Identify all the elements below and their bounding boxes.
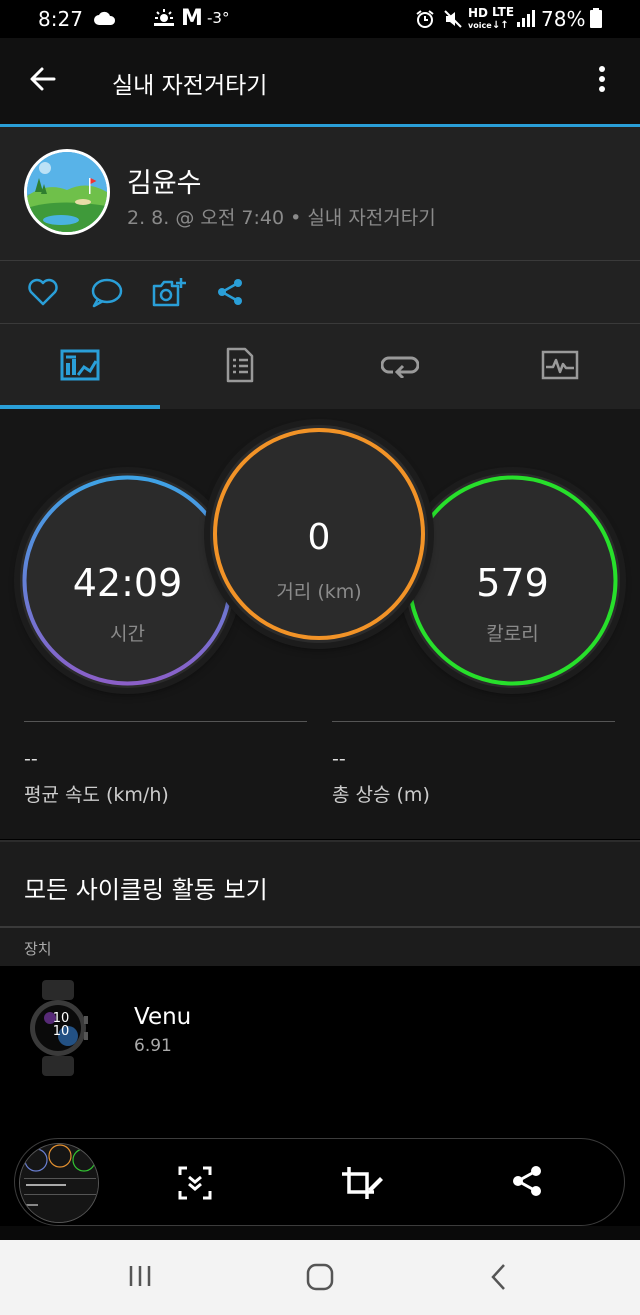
tab-laps[interactable] xyxy=(320,324,480,409)
alarm-icon xyxy=(415,9,435,34)
chart-icon xyxy=(60,349,100,385)
distance-value: 0 xyxy=(307,517,331,558)
summary-panel: 42:09 시간 579 칼로리 0 거리 (km) -- 평균 속도 (km/… xyxy=(0,409,640,839)
avatar[interactable] xyxy=(24,149,110,235)
hd-label: HD xyxy=(468,6,489,20)
back-arrow-icon[interactable] xyxy=(28,64,58,98)
add-photo-icon[interactable] xyxy=(151,277,187,313)
device-item[interactable]: 10 10 Venu 6.91 xyxy=(0,966,640,1140)
share-icon[interactable] xyxy=(511,1165,543,1201)
tab-details[interactable] xyxy=(160,324,320,409)
time-metric: 42:09 시간 xyxy=(20,473,235,688)
social-actions xyxy=(0,261,640,323)
comment-icon[interactable] xyxy=(90,277,124,313)
status-bar: 8:27 M -3° HD voice LTE ↓↑ 78% xyxy=(0,0,640,38)
status-time: 8:27 xyxy=(38,7,83,31)
home-icon[interactable] xyxy=(305,1262,335,1296)
stat-divider xyxy=(332,721,615,722)
total-ascent-label: 총 상승 (m) xyxy=(332,784,430,806)
mute-icon xyxy=(443,9,463,34)
calories-value: 579 xyxy=(476,561,549,605)
calories-metric: 579 칼로리 xyxy=(405,473,620,688)
scroll-capture-icon[interactable] xyxy=(177,1165,213,1205)
recent-apps-icon[interactable] xyxy=(127,1262,153,1294)
tab-graphs[interactable] xyxy=(480,324,640,409)
time-value: 42:09 xyxy=(72,561,183,605)
app-bar: 실내 자전거타기 xyxy=(0,38,640,126)
hd-voice-icon: HD voice xyxy=(468,6,492,30)
signal-icon xyxy=(516,9,536,32)
activity-owner: 김윤수 2. 8. @ 오전 7:40 • 실내 자전거타기 xyxy=(0,127,640,260)
all-cycling-link[interactable]: 모든 사이클링 활동 보기 xyxy=(0,842,640,926)
screenshot-thumbnail[interactable] xyxy=(19,1143,99,1223)
total-ascent-value: -- xyxy=(332,748,346,770)
device-version: 6.91 xyxy=(134,1036,172,1056)
lte-icon: LTE ↓↑ xyxy=(492,5,515,31)
screenshot-toolbar xyxy=(14,1138,625,1226)
distance-metric: 0 거리 (km) xyxy=(210,425,428,643)
distance-label: 거리 (km) xyxy=(276,581,362,603)
like-heart-icon[interactable] xyxy=(27,277,59,311)
avg-speed-label: 평균 속도 (km/h) xyxy=(24,784,169,806)
activity-tabs xyxy=(0,324,640,409)
system-nav-bar xyxy=(0,1240,640,1315)
tab-overview[interactable] xyxy=(0,324,160,409)
share-icon[interactable] xyxy=(215,277,245,311)
user-name[interactable]: 김윤수 xyxy=(127,161,202,200)
battery-icon xyxy=(590,8,602,33)
laps-loop-icon xyxy=(380,352,420,382)
sun-cloud-icon xyxy=(152,9,176,34)
document-icon xyxy=(225,346,255,388)
lte-label: LTE xyxy=(492,5,515,19)
total-ascent-stat: -- 총 상승 (m) xyxy=(332,721,615,807)
all-cycling-label: 모든 사이클링 활동 보기 xyxy=(24,876,268,904)
crop-edit-icon[interactable] xyxy=(340,1165,384,1205)
toolbar-spacer xyxy=(0,1226,640,1240)
more-options-icon[interactable] xyxy=(596,64,608,98)
device-section-header: 장치 xyxy=(0,928,640,966)
calories-label: 칼로리 xyxy=(486,623,539,645)
back-icon[interactable] xyxy=(488,1262,510,1296)
avg-speed-value: -- xyxy=(24,748,38,770)
watch-face-time: 10 10 xyxy=(52,1011,70,1039)
heartrate-graph-icon xyxy=(541,350,579,384)
status-temperature: -3° xyxy=(207,9,230,27)
device-section-title: 장치 xyxy=(24,940,52,958)
activity-meta: 2. 8. @ 오전 7:40 • 실내 자전거타기 xyxy=(127,207,436,229)
avg-speed-stat: -- 평균 속도 (km/h) xyxy=(24,721,307,807)
stat-divider xyxy=(24,721,307,722)
page-title: 실내 자전거타기 xyxy=(112,73,268,99)
gmail-m-icon: M xyxy=(181,6,203,31)
cloud-icon xyxy=(94,9,116,31)
battery-percent: 78% xyxy=(541,7,586,31)
device-name: Venu xyxy=(134,1004,192,1030)
time-label: 시간 xyxy=(110,623,145,645)
